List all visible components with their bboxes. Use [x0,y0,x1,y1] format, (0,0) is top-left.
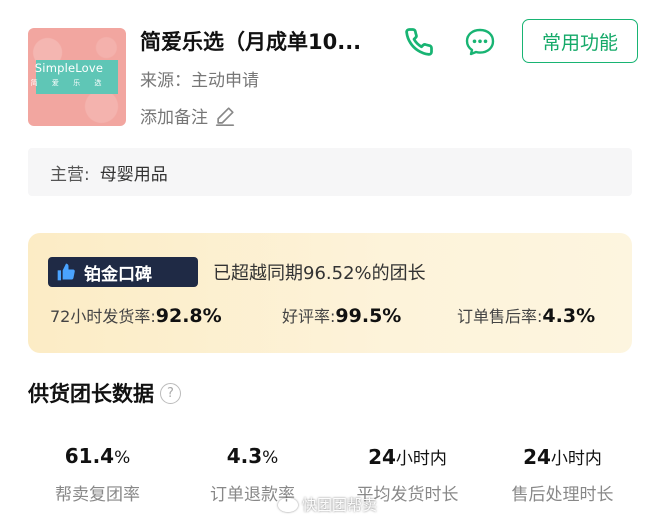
chat-icon [465,28,495,56]
metric-label: 订单售后率: [457,307,543,326]
supply-data-title: 供货团长数据 ? [28,378,181,408]
stat-repeat-rate: 61.4% 帮卖复团率 [20,444,175,505]
supply-title-text: 供货团长数据 [28,382,154,406]
phone-button[interactable] [402,26,436,58]
stat-value: 4.3% [175,444,330,474]
logo-brand-subtext: 简 爱 乐 选 [30,79,108,87]
reputation-card[interactable]: 铂金口碑 已超越同期96.52%的团长 72小时发货率:92.8% 好评率:99… [28,233,632,353]
main-business-label: 主营: [50,164,90,185]
stat-value: 24小时内 [485,444,640,474]
store-title: 简爱乐选（月成单10... [140,30,362,54]
stat-number: 24 [523,445,551,469]
stat-unit: % [262,448,279,468]
weibo-logo-icon [278,497,298,512]
add-remark-label: 添加备注 [140,108,208,128]
stat-unit: 小时内 [550,449,602,469]
main-business-bar: 主营: 母婴用品 [28,148,632,196]
logo-brand-text: SimpleLove [34,61,104,75]
watermark-text: 快团团帮卖 [302,496,378,514]
metric-aftersale-rate: 订单售后率:4.3% [457,303,595,327]
platinum-reputation-badge: 铂金口碑 [48,257,198,287]
store-logo[interactable]: SimpleLove 简 爱 乐 选 [28,28,126,126]
group-leader-header: SimpleLove 简 爱 乐 选 简爱乐选（月成单10... 常用功能 来源… [28,19,640,128]
metric-value: 99.5% [335,305,402,327]
reputation-description: 已超越同期96.52%的团长 [213,263,426,284]
metric-label: 好评率: [282,307,336,326]
watermark: 快团团帮卖 [278,494,377,515]
metric-label: 72小时发货率: [50,307,156,326]
stat-label: 帮卖复团率 [55,485,140,505]
badge-label: 铂金口碑 [84,264,152,285]
metric-shipping-rate: 72小时发货率:92.8% [50,303,222,327]
phone-icon [405,28,433,56]
metric-value: 92.8% [155,305,222,327]
add-remark-link[interactable]: 添加备注 [140,103,236,128]
common-functions-button[interactable]: 常用功能 [522,19,638,63]
stat-aftersale-time: 24小时内 售后处理时长 [485,444,640,505]
stat-value: 61.4% [20,444,175,474]
chat-button[interactable] [463,26,497,58]
thumbs-up-icon [48,257,84,287]
stat-unit: % [114,448,131,468]
stat-number: 61.4 [64,444,115,468]
main-business-value: 母婴用品 [99,164,168,185]
metric-positive-rate: 好评率:99.5% [282,303,401,327]
metric-value: 4.3% [542,305,596,327]
stat-label: 售后处理时长 [511,485,614,505]
stat-number: 24 [368,445,396,469]
stat-unit: 小时内 [395,449,447,469]
help-icon[interactable]: ? [160,382,181,404]
source-text: 来源：主动申请 [140,71,259,91]
edit-pencil-icon [215,106,235,126]
stat-number: 4.3 [226,444,263,468]
stat-value: 24小时内 [330,444,485,474]
